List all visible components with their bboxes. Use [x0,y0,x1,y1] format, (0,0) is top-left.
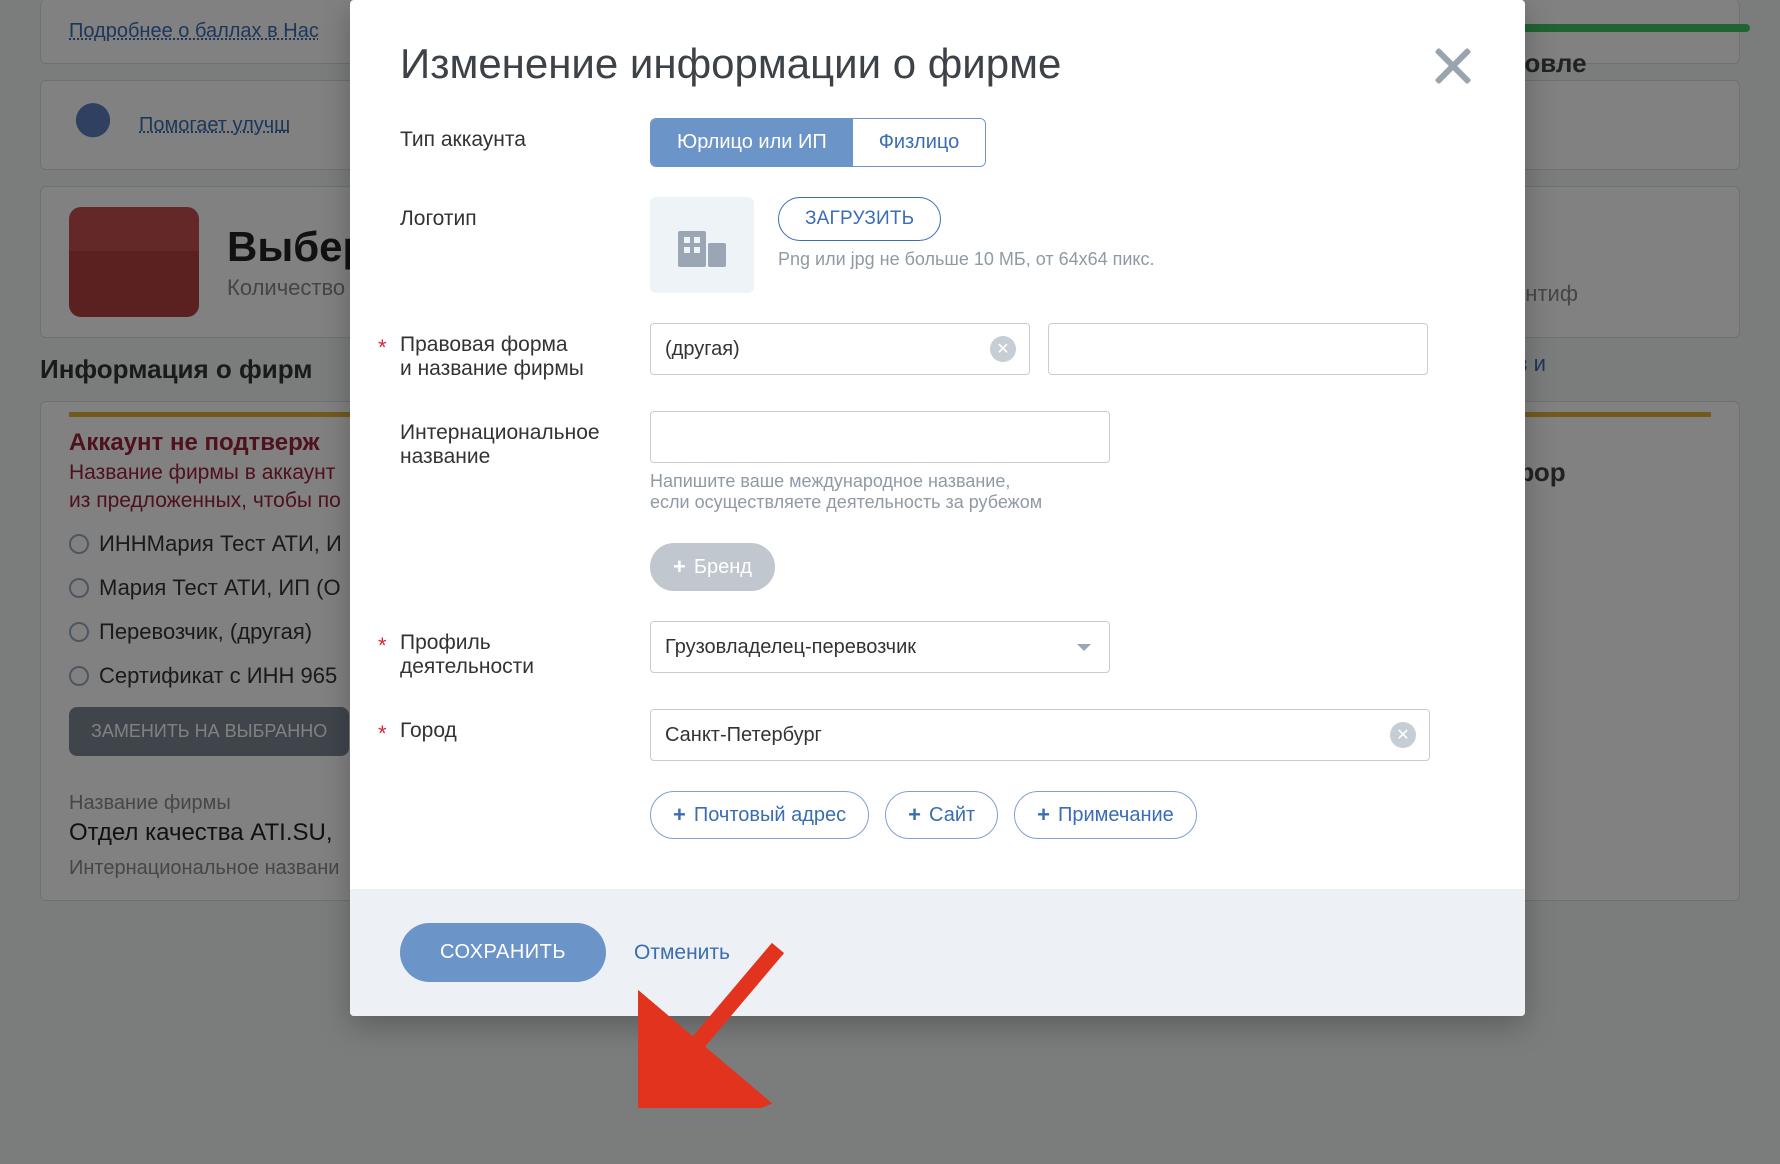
account-type-toggle[interactable]: Юрлицо или ИП Физлицо [650,118,986,167]
label-account-type: Тип аккаунта [400,118,650,152]
add-brand-button: +Бренд [650,543,775,591]
label-intl-name: Интернациональное название [400,411,650,469]
intl-hint-1: Напишите ваше международное название, [650,471,1475,492]
edit-firm-modal: Изменение информации о фирме Тип аккаунт… [350,0,1525,1016]
firm-name-input[interactable] [1048,323,1428,375]
plus-icon: + [673,802,686,828]
legal-form-input[interactable] [650,323,1030,375]
add-site-button[interactable]: +Сайт [885,791,998,839]
building-icon [678,223,726,267]
save-button[interactable]: СОХРАНИТЬ [400,923,606,982]
label-logo: Логотип [400,197,650,231]
label-legal-form: Правовая форма и название фирмы [400,323,650,381]
clear-city-icon[interactable]: ✕ [1390,722,1416,748]
profile-select[interactable]: Грузовладелец-перевозчик [650,621,1110,673]
close-icon[interactable] [1425,38,1481,94]
label-profile: Профиль деятельности [400,621,650,679]
account-type-individual[interactable]: Физлицо [853,119,986,166]
label-city: Город [400,709,650,743]
plus-icon: + [673,554,686,580]
intl-hint-2: если осуществляете деятельность за рубеж… [650,492,1475,513]
add-note-button[interactable]: +Примечание [1014,791,1197,839]
intl-name-input[interactable] [650,411,1110,463]
modal-title: Изменение информации о фирме [400,40,1475,88]
plus-icon: + [1037,802,1050,828]
upload-button[interactable]: ЗАГРУЗИТЬ [778,197,941,241]
clear-legal-form-icon[interactable]: ✕ [990,336,1016,362]
account-type-legal[interactable]: Юрлицо или ИП [651,119,853,166]
upload-hint: Png или jpg не больше 10 МБ, от 64х64 пи… [778,249,1155,270]
city-input[interactable] [650,709,1430,761]
plus-icon: + [908,802,921,828]
add-address-button[interactable]: +Почтовый адрес [650,791,869,839]
profile-select-value: Грузовладелец-перевозчик [665,636,916,659]
logo-placeholder [650,197,754,293]
cancel-button[interactable]: Отменить [634,941,730,965]
